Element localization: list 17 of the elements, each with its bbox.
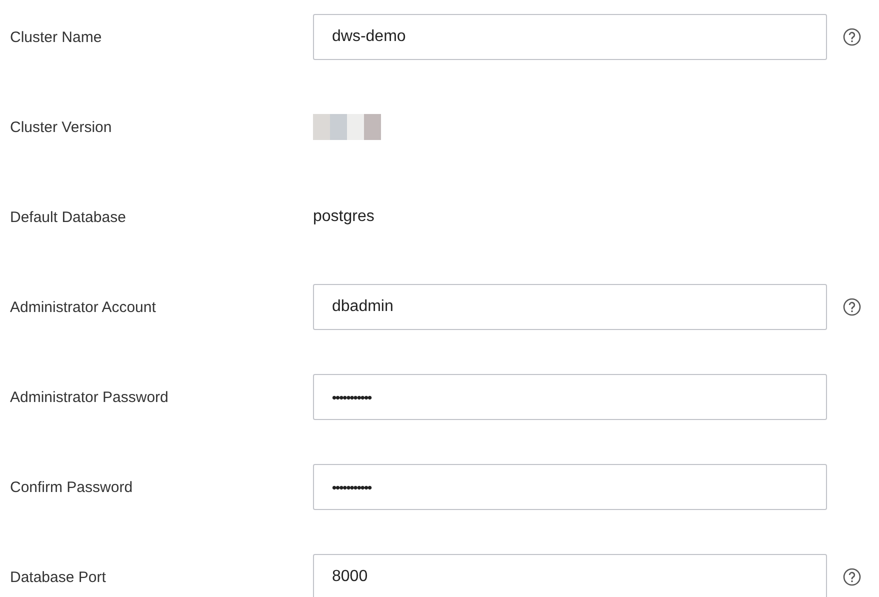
help-icon[interactable] [843, 568, 861, 586]
field-label: Default Database [10, 208, 127, 226]
field-value: postgres [313, 208, 374, 226]
field-label: Administrator Password [10, 388, 170, 406]
input-field[interactable]: dws-demo [313, 14, 827, 60]
help-icon[interactable] [843, 298, 861, 316]
input-field[interactable]: dbadmin [313, 284, 827, 330]
blurred-block [313, 114, 381, 140]
field-label: Administrator Account [10, 298, 157, 316]
password-field[interactable]: ••••••••••• [313, 374, 827, 420]
help-icon[interactable] [843, 28, 861, 46]
input-field[interactable]: 8000 [313, 554, 827, 597]
field-label: Cluster Version [10, 118, 113, 136]
field-label: Database Port [10, 568, 107, 586]
field-label: Confirm Password [10, 478, 134, 496]
field-label: Cluster Name [10, 28, 103, 46]
password-field[interactable]: ••••••••••• [313, 464, 827, 510]
